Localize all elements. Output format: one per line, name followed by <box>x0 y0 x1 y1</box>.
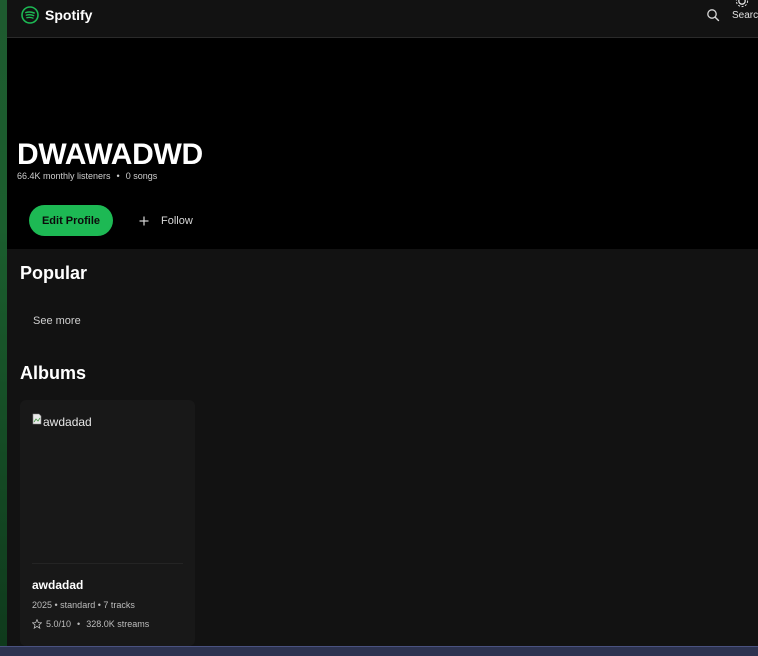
album-title[interactable]: awdadad <box>32 578 83 592</box>
artist-name: DWAWADWD <box>17 138 203 171</box>
see-more-link[interactable]: See more <box>33 315 81 327</box>
album-cover[interactable]: awdadad <box>32 412 183 564</box>
page: Spotify Search DWAWADWD 66.4K monthly li… <box>0 0 758 656</box>
album-cover-alt-text: awdadad <box>43 415 92 429</box>
album-stats: 5.0/10 • 328.0K streams <box>32 619 149 629</box>
song-count: 0 songs <box>125 171 158 181</box>
popular-heading: Popular <box>20 263 88 283</box>
star-icon <box>32 619 42 629</box>
search-icon[interactable] <box>706 8 720 22</box>
broken-image-icon <box>32 413 42 425</box>
follow-button[interactable]: Follow <box>139 211 193 231</box>
app-name: Spotify <box>45 7 93 23</box>
albums-heading: Albums <box>20 363 87 383</box>
bottom-bar <box>0 646 758 656</box>
album-streams: 328.0K streams <box>86 619 150 629</box>
artist-header: DWAWADWD 66.4K monthly listeners • 0 songs… <box>7 38 758 249</box>
logo[interactable]: Spotify <box>21 6 92 24</box>
album-info: 2025 • standard • 7 tracks <box>32 600 135 610</box>
plus-icon <box>139 216 149 226</box>
edit-profile-button[interactable]: Edit Profile <box>29 205 113 236</box>
artist-meta: 66.4K monthly listeners • 0 songs <box>17 171 157 181</box>
monthly-listeners: 66.4K monthly listeners <box>17 171 111 181</box>
top-bar: Spotify Search <box>7 0 758 38</box>
gear-icon[interactable] <box>735 0 749 8</box>
album-rating: 5.0/10 <box>46 619 72 629</box>
spotify-logo-icon <box>21 6 39 24</box>
separator-dot: • <box>116 171 120 181</box>
follow-label: Follow <box>161 215 193 227</box>
search-label[interactable]: Search <box>732 10 758 21</box>
album-card[interactable]: awdadad awdadad 2025 • standard • 7 trac… <box>20 400 195 646</box>
left-accent-strip <box>0 0 7 646</box>
separator-dot: • <box>77 619 81 629</box>
